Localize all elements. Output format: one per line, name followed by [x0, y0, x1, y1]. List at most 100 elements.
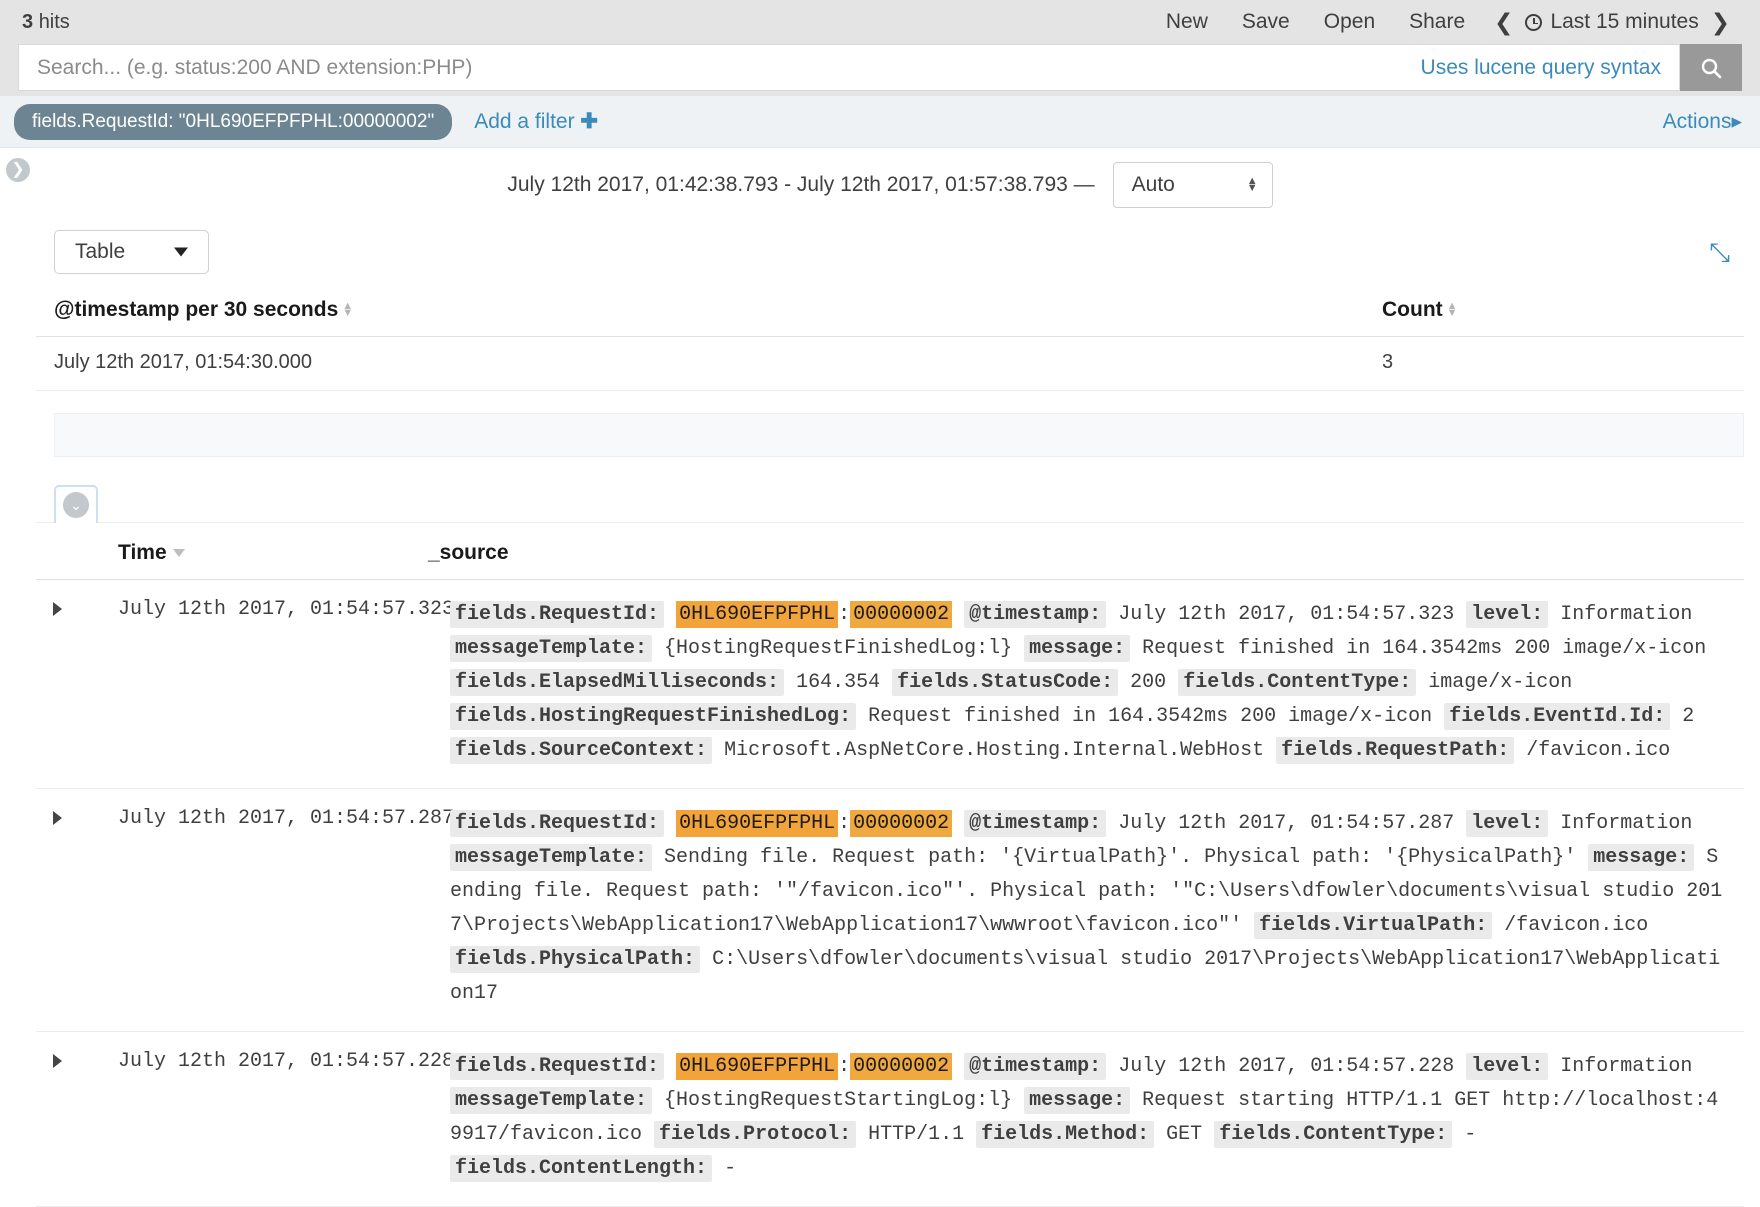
highlighted-value: 00000002 — [850, 601, 953, 628]
share-button[interactable]: Share — [1392, 10, 1482, 34]
table-pager-strip — [54, 413, 1744, 457]
table-row: July 12th 2017, 01:54:30.000 3 — [36, 336, 1744, 391]
handle-divider — [36, 522, 1744, 523]
chevron-right-icon[interactable] — [52, 811, 62, 825]
aggregation-col-timestamp[interactable]: @timestamp per 30 seconds ▲ ▼ — [36, 298, 1364, 337]
documents-table-body: July 12th 2017, 01:54:57.323 fields.Reque… — [36, 579, 1744, 1207]
field-value: image/x-icon — [1428, 671, 1573, 694]
chevron-down-icon — [174, 247, 188, 257]
highlighted-value: 0HL690EFPFPHL — [676, 1053, 839, 1080]
field-value: {HostingRequestFinishedLog:l} — [664, 637, 1013, 660]
aggregation-col-count-label: Count — [1382, 298, 1443, 321]
top-toolbar: 3 hits New Save Open Share ❮ Last 15 min… — [0, 0, 1760, 44]
filter-bar: fields.RequestId: "0HL690EFPFPHL:0000000… — [0, 96, 1760, 148]
field-name: message: — [1024, 1087, 1131, 1114]
field-name: fields.EventId.Id: — [1444, 703, 1671, 730]
chevron-right-icon[interactable] — [52, 602, 62, 616]
hits-label: hits — [38, 10, 70, 33]
stepper-icon[interactable]: ▲ ▼ — [1247, 176, 1258, 194]
documents-col-time[interactable]: Time — [78, 541, 428, 580]
field-name: fields.PhysicalPath: — [450, 946, 701, 973]
next-time-window-icon[interactable]: ❯ — [1699, 10, 1742, 34]
add-filter-button[interactable]: Add a filter ✚ — [474, 109, 598, 134]
sort-desc-icon[interactable] — [172, 549, 185, 558]
chevron-right-icon[interactable] — [52, 1054, 62, 1068]
discover-content: July 12th 2017, 01:42:38.793 - July 12th… — [36, 148, 1744, 1207]
actions-label: Actions — [1662, 110, 1732, 133]
field-name: message: — [1024, 635, 1131, 662]
lucene-syntax-link[interactable]: Uses lucene query syntax — [1403, 56, 1679, 80]
highlighted-value: 00000002 — [850, 1053, 953, 1080]
search-input[interactable] — [35, 54, 1403, 81]
expand-row-cell[interactable] — [36, 579, 78, 789]
document-time-cell: July 12th 2017, 01:54:57.323 — [78, 579, 454, 789]
highlighted-value: 0HL690EFPFPHL — [676, 810, 839, 837]
actions-menu-button[interactable]: Actions▸ — [1663, 109, 1742, 134]
expand-row-cell[interactable] — [36, 1031, 78, 1207]
field-name: message: — [1588, 844, 1695, 871]
documents-table-header-row: Time _source — [36, 541, 1744, 580]
field-value: Request finished in 164.3542ms 200 image… — [868, 705, 1433, 728]
interval-select[interactable]: Auto ▲ ▼ — [1112, 162, 1273, 208]
collapse-visualization-button[interactable]: ⌄ — [54, 485, 98, 523]
aggregation-cell-count: 3 — [1364, 336, 1744, 391]
open-button[interactable]: Open — [1307, 10, 1392, 34]
aggregation-col-timestamp-label: @timestamp per 30 seconds — [54, 298, 339, 321]
documents-table: Time _source July 12th 2017, 01:54:57.32… — [36, 541, 1744, 1207]
chevron-down-icon: ⌄ — [63, 492, 89, 518]
field-name: fields.ContentType: — [1214, 1121, 1453, 1148]
field-name: fields.SourceContext: — [450, 737, 713, 764]
documents-col-source-label: _source — [428, 541, 509, 564]
field-name: fields.Protocol: — [654, 1121, 857, 1148]
timerange-label: July 12th 2017, 01:42:38.793 - July 12th… — [507, 173, 1095, 196]
field-name: fields.Method: — [976, 1121, 1155, 1148]
search-submit-button[interactable] — [1680, 44, 1742, 91]
field-value: - — [1464, 1123, 1477, 1146]
timerange-row: July 12th 2017, 01:42:38.793 - July 12th… — [36, 156, 1744, 208]
sort-icon[interactable]: ▲ ▼ — [1447, 301, 1458, 319]
value-separator: : — [838, 1055, 851, 1078]
search-box[interactable]: Uses lucene query syntax — [18, 44, 1680, 91]
field-value: /favicon.ico — [1526, 739, 1671, 762]
field-name: @timestamp: — [964, 810, 1107, 837]
top-nav: New Save Open Share ❮ Last 15 minutes ❯ — [1149, 10, 1742, 34]
new-button[interactable]: New — [1149, 10, 1225, 34]
highlighted-value: 00000002 — [850, 810, 953, 837]
field-name: @timestamp: — [964, 601, 1107, 628]
field-value: 200 — [1130, 671, 1167, 694]
filter-pill-request-id[interactable]: fields.RequestId: "0HL690EFPFPHL:0000000… — [14, 103, 453, 140]
expand-visualization-icon[interactable]: ⤡ — [1709, 239, 1730, 265]
clock-icon — [1525, 13, 1543, 31]
chevron-right-icon: ▸ — [1731, 110, 1742, 133]
sort-icon[interactable]: ▲ ▼ — [342, 301, 353, 319]
field-value: 2 — [1682, 705, 1695, 728]
document-source-cell: fields.RequestId: 0HL690EFPFPHL:00000002… — [428, 788, 1744, 1032]
time-picker-label: Last 15 minutes — [1550, 10, 1699, 33]
aggregation-col-count[interactable]: Count ▲ ▼ — [1364, 298, 1744, 337]
time-picker-button[interactable]: Last 15 minutes — [1525, 10, 1699, 34]
field-name: level: — [1466, 1053, 1549, 1080]
document-time-cell: July 12th 2017, 01:54:57.287 — [78, 788, 454, 1032]
search-row: Uses lucene query syntax — [0, 44, 1760, 96]
field-value: July 12th 2017, 01:54:57.287 — [1118, 812, 1455, 835]
field-name: messageTemplate: — [450, 635, 653, 662]
previous-time-window-icon[interactable]: ❮ — [1482, 10, 1525, 34]
visualization-type-select[interactable]: Table — [54, 230, 209, 274]
sidebar-expand-icon[interactable]: ❯ — [6, 158, 30, 182]
field-value: {HostingRequestStartingLog:l} — [664, 1089, 1013, 1112]
field-name: fields.RequestId: — [450, 601, 665, 628]
field-name: fields.RequestId: — [450, 1053, 665, 1080]
visualization-type-row: Table ⤡ — [36, 230, 1744, 274]
field-name: fields.ContentLength: — [450, 1155, 713, 1182]
table-row: July 12th 2017, 01:54:57.323 fields.Reque… — [36, 579, 1744, 789]
table-row: July 12th 2017, 01:54:57.287 fields.Reque… — [36, 788, 1744, 1032]
save-button[interactable]: Save — [1225, 10, 1307, 34]
expand-row-cell[interactable] — [36, 788, 78, 1032]
value-separator: : — [838, 812, 851, 835]
field-value: July 12th 2017, 01:54:57.323 — [1118, 603, 1455, 626]
field-name: fields.ContentType: — [1178, 669, 1417, 696]
field-name: fields.RequestId: — [450, 810, 665, 837]
aggregation-table-header-row: @timestamp per 30 seconds ▲ ▼ Count ▲ ▼ — [36, 298, 1744, 337]
field-value: Information — [1560, 603, 1693, 626]
document-source-cell: fields.RequestId: 0HL690EFPFPHL:00000002… — [428, 1031, 1744, 1207]
